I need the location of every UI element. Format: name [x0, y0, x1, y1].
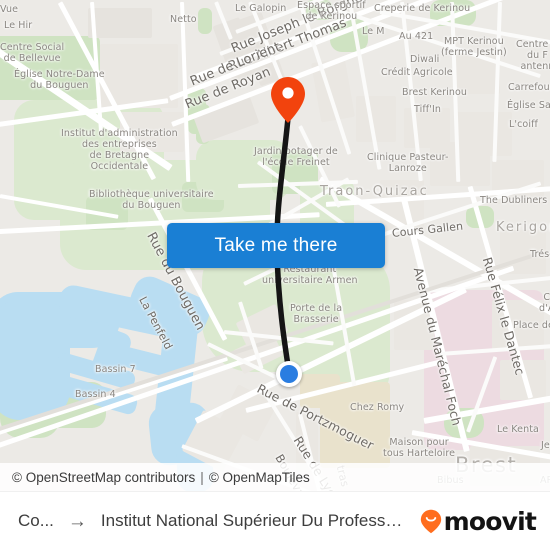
trip-origin-label: Co... — [18, 511, 54, 530]
map-canvas[interactable]: Rue Joseph le Borgne Rue Albert Thomas Rue… — [0, 0, 550, 491]
map-attribution: © OpenStreetMap contributors | © OpenMap… — [0, 463, 550, 491]
park-area — [198, 8, 212, 34]
building-block — [88, 8, 152, 38]
moovit-logo[interactable]: moovit — [420, 506, 537, 536]
building-block — [356, 96, 396, 142]
water-area — [0, 388, 40, 418]
map-screen: Rue Joseph le Borgne Rue Albert Thomas Rue… — [0, 0, 550, 550]
trip-footer-bar: Co... → Institut National Supérieur Du P… — [0, 491, 550, 550]
openmaptiles-attribution-link[interactable]: © OpenMapTiles — [209, 470, 310, 485]
arrow-right-icon: → — [67, 510, 87, 532]
take-me-there-button[interactable]: Take me there — [167, 223, 385, 268]
moovit-wordmark: moovit — [443, 506, 537, 536]
trip-destination-label: Institut National Supérieur Du Professor… — [100, 511, 410, 530]
osm-attribution-link[interactable]: © OpenStreetMap contributors — [12, 470, 195, 485]
destination-location-dot-icon[interactable] — [276, 361, 302, 387]
origin-map-pin-icon[interactable] — [270, 76, 306, 124]
trip-summary[interactable]: Co... → Institut National Supérieur Du P… — [18, 511, 410, 531]
moovit-pin-icon — [420, 509, 442, 534]
attribution-separator: | — [200, 469, 204, 485]
